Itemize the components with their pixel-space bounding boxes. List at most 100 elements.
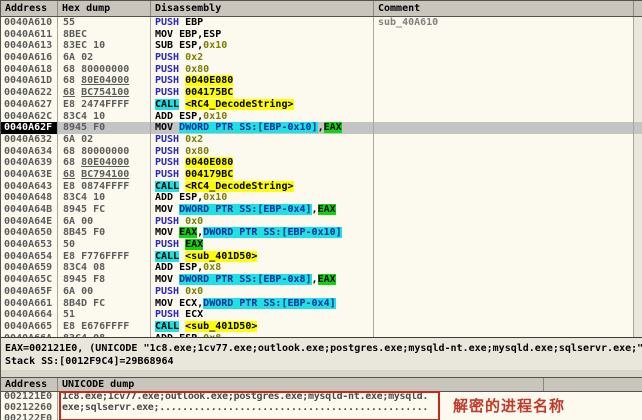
row-filler — [634, 262, 642, 274]
hex-dump-cell: 83C4 08 — [58, 262, 151, 274]
address-cell: 0040A63E — [1, 169, 58, 181]
disasm-row[interactable]: 0040A627E8 2474FFFFCALL <RC4_DecodeStrin… — [1, 99, 642, 111]
disasm-row[interactable]: 0040A61868 80000000PUSH 0x80 — [1, 64, 642, 76]
hex-dump-cell: 8945 FC — [58, 204, 151, 216]
row-filler — [634, 333, 642, 337]
comment-cell — [374, 239, 634, 251]
row-filler — [634, 99, 642, 111]
disassembly-cell: PUSH 0x80 — [151, 146, 374, 158]
comment-cell — [374, 216, 634, 228]
dump-address-cell: 00212260 — [1, 403, 58, 414]
disasm-row[interactable]: 0040A6118BECMOV EBP,ESP — [1, 29, 642, 41]
disasm-row[interactable]: 0040A665E8 E676FFFFCALL <sub_401D50> — [1, 321, 642, 333]
hex-dump-cell: 6A 02 — [58, 52, 151, 64]
comment-cell — [374, 64, 634, 76]
hex-dump-cell: 50 — [58, 239, 151, 251]
address-cell: 0040A632 — [1, 134, 58, 146]
hex-dump-cell: 8B45 F0 — [58, 227, 151, 239]
disasm-row[interactable]: 0040A63468 80000000PUSH 0x80 — [1, 146, 642, 158]
column-header-address[interactable]: Address — [1, 1, 58, 16]
annotation-text: 解密的进程名称 — [453, 395, 565, 416]
disassembly-cell: ADD ESP,0x10 — [151, 192, 374, 204]
stack-hint-line: Stack SS:[0012F9C4]=29B68964 — [5, 355, 642, 368]
disasm-row[interactable]: 0040A643E8 0874FFFFCALL <RC4_DecodeStrin… — [1, 181, 642, 193]
hex-dump-cell: 83C4 10 — [58, 192, 151, 204]
address-cell: 0040A634 — [1, 146, 58, 158]
disasm-row[interactable]: 0040A62C83C4 10ADD ESP,0x10 — [1, 111, 642, 123]
hex-dump-cell: 51 — [58, 309, 151, 321]
row-filler — [634, 274, 642, 286]
column-header-comment[interactable]: Comment — [374, 1, 634, 16]
debugger-window: Address Hex dump Disassembly Comment 004… — [0, 0, 642, 420]
column-header-disassembly[interactable]: Disassembly — [151, 1, 374, 16]
disasm-row[interactable]: 0040A65983C4 08ADD ESP,0x8 — [1, 262, 642, 274]
row-filler — [634, 40, 642, 52]
comment-cell — [374, 321, 634, 333]
dump-column-header-unicode[interactable]: UNICODE dump — [58, 378, 544, 391]
hex-dump-cell: 83C4 10 — [58, 111, 151, 123]
disasm-row[interactable]: 0040A6618B4D FCMOV ECX,DWORD PTR SS:[EBP… — [1, 298, 642, 310]
disassembly-cell: PUSH 004179BC — [151, 169, 374, 181]
disasm-row[interactable]: 0040A61D68 80E04000PUSH 0040E080 — [1, 75, 642, 87]
disassembly-cell: PUSH 0040E080 — [151, 75, 374, 87]
hex-dump-cell: 68 BC794100 — [58, 169, 151, 181]
comment-cell — [374, 262, 634, 274]
disasm-row[interactable]: 0040A654E8 F776FFFFCALL <sub_401D50> — [1, 251, 642, 263]
disasm-row[interactable]: 0040A65F6A 00PUSH 0x0 — [1, 286, 642, 298]
hex-dump-cell: 68 80000000 — [58, 64, 151, 76]
address-cell: 0040A65C — [1, 274, 58, 286]
comment-cell — [374, 29, 634, 41]
disasm-row[interactable]: 0040A64B8945 FCMOV DWORD PTR SS:[EBP-0x4… — [1, 204, 642, 216]
disassembly-cell: CALL <RC4_DecodeString> — [151, 181, 374, 193]
disasm-row[interactable]: 0040A6166A 02PUSH 0x2 — [1, 52, 642, 64]
disasm-row[interactable]: 0040A66A83C4 08ADD ESP,0x8 — [1, 333, 642, 337]
hex-dump-cell: 83C4 08 — [58, 333, 151, 337]
hex-dump-cell: 55 — [58, 17, 151, 29]
hex-dump-cell: 83EC 10 — [58, 40, 151, 52]
hex-dump-cell: 68 80E04000 — [58, 157, 151, 169]
disasm-row-selected[interactable]: 0040A62F8945 F0MOV DWORD PTR SS:[EBP-0x1… — [1, 122, 642, 134]
address-cell: 0040A618 — [1, 64, 58, 76]
address-cell: 0040A65F — [1, 286, 58, 298]
disasm-row[interactable]: 0040A63968 80E04000PUSH 0040E080 — [1, 157, 642, 169]
dump-column-header-address[interactable]: Address — [1, 378, 58, 391]
comment-cell — [374, 251, 634, 263]
column-header-hexdump[interactable]: Hex dump — [58, 1, 151, 16]
disasm-row[interactable]: 0040A6326A 02PUSH 0x2 — [1, 134, 642, 146]
disassembly-cell: MOV EBP,ESP — [151, 29, 374, 41]
disasm-row[interactable]: 0040A62268 BC754100PUSH 004175BC — [1, 87, 642, 99]
disassembly-cell: ADD ESP,0x8 — [151, 262, 374, 274]
disasm-row[interactable]: 0040A65350PUSH EAX — [1, 239, 642, 251]
address-cell: 0040A654 — [1, 251, 58, 263]
address-cell: 0040A627 — [1, 99, 58, 111]
comment-cell — [374, 134, 634, 146]
address-cell: 0040A648 — [1, 192, 58, 204]
disasm-row[interactable]: 0040A61055PUSH EBPsub_40A610 — [1, 17, 642, 29]
disasm-row[interactable]: 0040A6508B45 F0MOV EAX,DWORD PTR SS:[EBP… — [1, 227, 642, 239]
row-filler — [634, 227, 642, 239]
comment-cell — [374, 169, 634, 181]
address-cell: 0040A622 — [1, 87, 58, 99]
disassembly-cell: ADD ESP,0x10 — [151, 111, 374, 123]
address-cell: 0040A639 — [1, 157, 58, 169]
disasm-row[interactable]: 0040A61383EC 10SUB ESP,0x10 — [1, 40, 642, 52]
dump-address-cell: 002122E0 — [1, 414, 58, 420]
address-cell: 0040A661 — [1, 298, 58, 310]
disasm-row[interactable]: 0040A63E68 BC794100PUSH 004179BC — [1, 169, 642, 181]
hex-dump-cell: 8945 F0 — [58, 122, 151, 134]
disasm-row[interactable]: 0040A65C8945 F8MOV DWORD PTR SS:[EBP-0x8… — [1, 274, 642, 286]
disassembly-cell: PUSH EBP — [151, 17, 374, 29]
address-cell: 0040A664 — [1, 309, 58, 321]
disasm-row[interactable]: 0040A64E6A 00PUSH 0x0 — [1, 216, 642, 228]
disassembly-cell: PUSH EAX — [151, 239, 374, 251]
address-cell: 0040A665 — [1, 321, 58, 333]
address-cell: 0040A611 — [1, 29, 58, 41]
row-filler — [634, 239, 642, 251]
dump-header-row: Address UNICODE dump — [1, 378, 642, 392]
row-filler — [634, 52, 642, 64]
comment-cell — [374, 298, 634, 310]
disasm-row[interactable]: 0040A64883C4 10ADD ESP,0x10 — [1, 192, 642, 204]
row-filler — [634, 157, 642, 169]
hex-dump-cell: 68 80000000 — [58, 146, 151, 158]
disasm-row[interactable]: 0040A66451PUSH ECX — [1, 309, 642, 321]
